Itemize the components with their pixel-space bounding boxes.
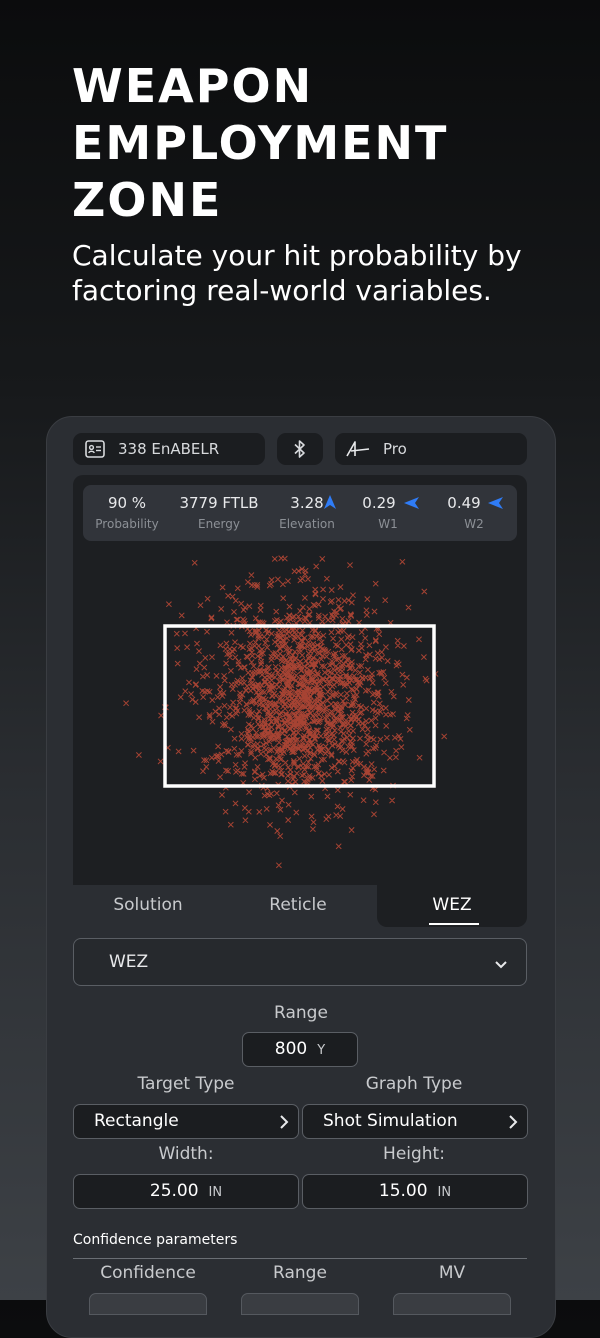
headline-line: ZONE: [72, 173, 223, 227]
headline: WEAPON EMPLOYMENT ZONE: [72, 58, 448, 229]
brand-logo-icon: [345, 440, 371, 458]
bluetooth-icon: [293, 439, 307, 459]
stat-label: W2: [464, 517, 484, 531]
stat-value: 3779 FTLB: [179, 494, 259, 512]
shot-simulation-plot: [123, 555, 448, 869]
left-arrow-icon: [403, 495, 420, 514]
stat-value: 0.29: [362, 494, 396, 512]
tab-solution[interactable]: Solution: [73, 885, 223, 927]
graph-type-label: Graph Type: [365, 1074, 463, 1094]
chevron-right-icon: [509, 1115, 518, 1129]
confidence-range-input[interactable]: [241, 1293, 359, 1315]
range-column-label: Range: [273, 1263, 327, 1283]
up-arrow-icon: [323, 494, 337, 514]
target-type-picker[interactable]: Rectangle: [73, 1104, 299, 1139]
stat-label: Energy: [197, 517, 240, 531]
chevron-right-icon: [280, 1115, 289, 1129]
graph-type-picker[interactable]: Shot Simulation: [302, 1104, 528, 1139]
height-label: Height:: [383, 1144, 445, 1164]
shot-marks: [123, 555, 448, 869]
headline-line: EMPLOYMENT: [72, 116, 449, 170]
range-unit: Y: [317, 1043, 326, 1058]
profile-chip[interactable]: 338 EnABELR: [73, 433, 265, 465]
id-card-icon: [85, 440, 105, 458]
active-tab-indicator: [429, 923, 479, 925]
tab-bar: Solution Reticle WEZ: [73, 885, 527, 927]
height-value: 15.00: [378, 1181, 428, 1201]
confidence-input[interactable]: [89, 1293, 207, 1315]
width-value: 25.00: [149, 1181, 199, 1201]
stat-w2: 0.49 W2: [429, 494, 519, 531]
tab-wez-label: WEZ: [432, 895, 472, 915]
height-unit: IN: [437, 1185, 452, 1200]
tab-wez[interactable]: WEZ: [377, 885, 527, 927]
range-input[interactable]: 800 Y: [242, 1032, 358, 1067]
profile-label: 338 EnABELR: [118, 440, 220, 458]
stats-bar: 90 % Probability 3779 FTLB Energy 3.28 E…: [83, 485, 517, 541]
headline-line: WEAPON: [72, 59, 314, 113]
confidence-section-title: Confidence parameters: [73, 1232, 238, 1248]
wez-viewer: 90 % Probability 3779 FTLB Energy 3.28 E…: [73, 475, 527, 885]
tab-reticle[interactable]: Reticle: [223, 885, 373, 927]
confidence-column-label: Confidence: [100, 1263, 196, 1283]
left-arrow-icon: [487, 495, 504, 514]
shot-mark-cloud: [123, 555, 448, 869]
width-label: Width:: [158, 1144, 214, 1164]
stat-label: Elevation: [279, 517, 335, 531]
stat-energy: 3779 FTLB Energy: [171, 494, 267, 531]
range-value: 800: [274, 1039, 308, 1059]
graph-type-value: Shot Simulation: [323, 1111, 458, 1131]
bluetooth-button[interactable]: [277, 433, 323, 465]
mode-select-value: WEZ: [109, 952, 149, 972]
subtitle: Calculate your hit probability by factor…: [72, 239, 522, 307]
height-input[interactable]: 15.00 IN: [302, 1174, 528, 1209]
section-divider: [73, 1258, 527, 1259]
chevron-down-icon: [494, 955, 508, 975]
mv-input[interactable]: [393, 1293, 511, 1315]
stat-label: W1: [378, 517, 398, 531]
stat-label: Probability: [95, 517, 159, 531]
brand-label: Pro: [383, 440, 407, 458]
mv-column-label: MV: [438, 1263, 466, 1283]
width-unit: IN: [208, 1185, 223, 1200]
range-label: Range: [274, 1003, 328, 1023]
stat-value: 90 %: [107, 494, 147, 512]
target-type-label: Target Type: [137, 1074, 235, 1094]
mode-select[interactable]: WEZ: [73, 938, 527, 986]
stat-probability: 90 % Probability: [83, 494, 171, 531]
target-type-value: Rectangle: [94, 1111, 179, 1131]
device-screen: 338 EnABELR Pro 90 % Probability 3779 FT…: [46, 416, 556, 1338]
width-input[interactable]: 25.00 IN: [73, 1174, 299, 1209]
brand-chip[interactable]: Pro: [335, 433, 527, 465]
